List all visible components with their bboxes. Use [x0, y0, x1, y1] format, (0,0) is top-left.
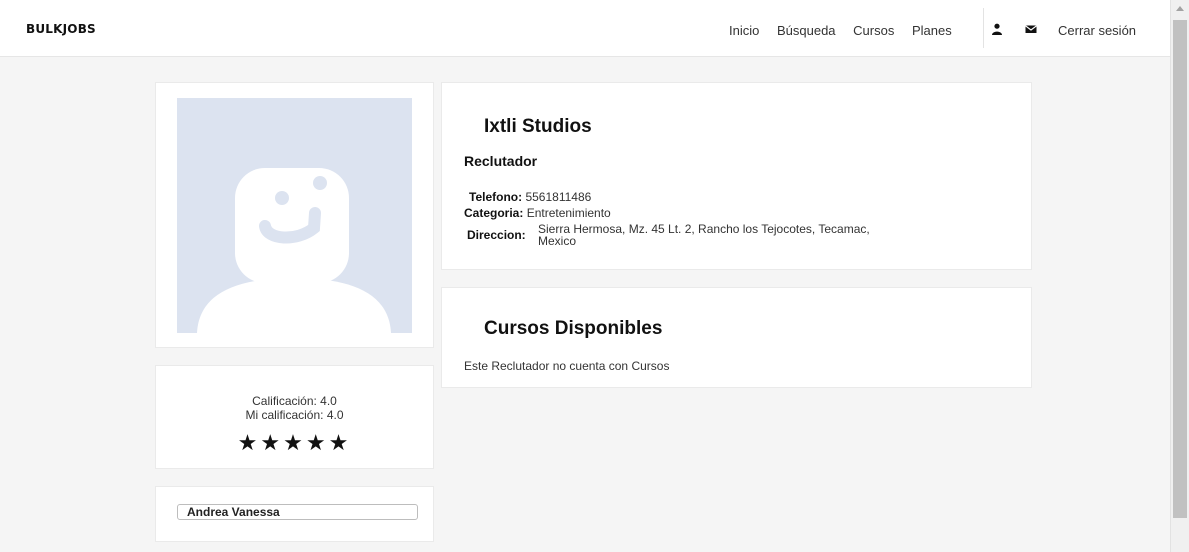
address-label: Direccion:	[467, 228, 526, 242]
avatar-placeholder-image	[177, 98, 412, 333]
my-rating-label: Mi calificación: 4.0	[245, 408, 344, 422]
nav-divider	[983, 8, 984, 48]
category-value: Entretenimiento	[526, 206, 611, 220]
company-info-card: Ixtli Studios Reclutador Telefono: 55618…	[441, 82, 1032, 270]
category-row: Categoria: Entretenimiento	[464, 207, 611, 219]
nav-links: Inicio Búsqueda Cursos Planes	[729, 23, 966, 38]
rating-label: Calificación: 4.0	[252, 394, 337, 408]
star-icon[interactable]: ★	[283, 430, 306, 455]
star-icon[interactable]: ★	[260, 430, 283, 455]
nav-inicio[interactable]: Inicio	[729, 23, 759, 38]
envelope-icon[interactable]	[1025, 22, 1037, 40]
company-role: Reclutador	[464, 153, 538, 169]
phone-label: Telefono:	[469, 190, 523, 204]
name-card: Andrea Vanessa	[155, 486, 434, 542]
nav-planes[interactable]: Planes	[912, 23, 952, 38]
brand-logo[interactable]: BULKJOBS	[26, 22, 96, 36]
star-rating[interactable]: ★★★★★	[156, 430, 433, 456]
top-navbar: BULKJOBS Inicio Búsqueda Cursos Planes C…	[0, 0, 1170, 57]
address-line-1: Sierra Hermosa, Mz. 45 Lt. 2, Rancho los…	[538, 222, 870, 236]
phone-value: 5561811486	[525, 190, 592, 204]
nav-busqueda[interactable]: Búsqueda	[777, 23, 836, 38]
logout-link[interactable]: Cerrar sesión	[1058, 23, 1136, 38]
nav-cursos[interactable]: Cursos	[853, 23, 894, 38]
courses-empty-message: Este Reclutador no cuenta con Cursos	[464, 359, 670, 373]
courses-card: Cursos Disponibles Este Reclutador no cu…	[441, 287, 1032, 388]
address-line-2: Mexico	[538, 234, 577, 248]
star-icon[interactable]: ★	[306, 430, 329, 455]
star-icon[interactable]: ★	[329, 430, 352, 455]
category-label: Categoria:	[464, 206, 524, 220]
rating-card: Calificación: 4.0 Mi calificación: 4.0 ★…	[155, 365, 434, 469]
star-icon[interactable]: ★	[238, 430, 261, 455]
user-name-field[interactable]: Andrea Vanessa	[177, 504, 418, 520]
page-scrollbar[interactable]	[1170, 0, 1189, 552]
company-name: Ixtli Studios	[484, 116, 592, 137]
scroll-thumb[interactable]	[1173, 20, 1187, 518]
phone-row: Telefono: 5561811486	[469, 191, 591, 203]
courses-title: Cursos Disponibles	[484, 318, 663, 339]
user-icon[interactable]	[991, 22, 1003, 40]
avatar-card	[155, 82, 434, 348]
scroll-up-arrow-icon[interactable]	[1176, 6, 1184, 11]
